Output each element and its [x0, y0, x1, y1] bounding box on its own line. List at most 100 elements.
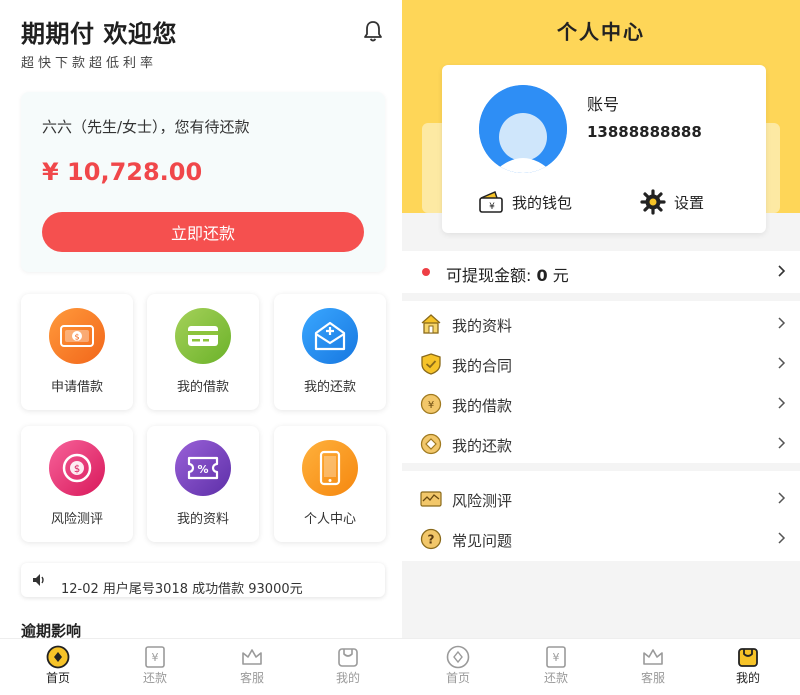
- tile-apply-loan[interactable]: $ 申请借款: [21, 294, 133, 410]
- mail-plus-icon: [302, 308, 358, 364]
- tab-repay[interactable]: ¥ 还款: [506, 639, 606, 695]
- chevron-right-icon: [778, 357, 786, 369]
- tab-mine[interactable]: 我的: [298, 639, 398, 695]
- menu-item-my-loans[interactable]: ¥ 我的借款: [402, 383, 800, 423]
- gear-icon: [640, 189, 666, 215]
- phone-icon: [302, 440, 358, 496]
- tile-my-profile[interactable]: % 我的资料: [147, 426, 259, 542]
- yen-icon: ¥: [546, 646, 566, 668]
- wallet-icon: [738, 648, 758, 667]
- due-amount: ¥ 10,728.00: [42, 158, 203, 186]
- tab-label: 我的: [335, 671, 360, 685]
- tab-label: 我的: [735, 671, 760, 685]
- chevron-right-icon: [778, 265, 786, 277]
- account-label: 账号: [587, 95, 620, 114]
- tile-risk-assessment[interactable]: $ 风险测评: [21, 426, 133, 542]
- menu-item-my-profile[interactable]: 我的资料: [402, 303, 800, 343]
- menu-item-risk-assessment[interactable]: 风险测评: [402, 478, 800, 518]
- chevron-right-icon: [778, 532, 786, 544]
- tab-service[interactable]: 客服: [603, 639, 703, 695]
- menu-item-my-repayments[interactable]: 我的还款: [402, 423, 800, 463]
- repay-now-button[interactable]: 立即还款: [42, 212, 364, 252]
- due-message: 六六（先生/女士），您有待还款: [42, 118, 250, 136]
- bottom-tab-bar: 首页 ¥ 还款 客服 我的: [402, 638, 800, 695]
- page-title: 个人中心: [557, 20, 645, 44]
- bell-icon[interactable]: [360, 18, 386, 44]
- menu-label: 风险测评: [452, 492, 513, 510]
- diamond-coin-icon: [420, 433, 442, 455]
- tab-label: 还款: [142, 671, 167, 685]
- tile-label: 风险测评: [50, 512, 103, 527]
- chevron-right-icon: [778, 397, 786, 409]
- menu-label: 我的借款: [452, 397, 513, 415]
- notice-text: 12-02 用户尾号3018 成功借款 93000元: [61, 582, 303, 597]
- coin-icon: $: [49, 440, 105, 496]
- tile-personal-center[interactable]: 个人中心: [274, 426, 386, 542]
- menu-item-faq[interactable]: ? 常见问题: [402, 518, 800, 558]
- wallet-label: 我的钱包: [512, 193, 573, 212]
- house-icon: [421, 314, 441, 334]
- home-icon: [46, 645, 70, 669]
- tab-home[interactable]: 首页: [8, 639, 108, 695]
- tab-mine[interactable]: 我的: [698, 639, 798, 695]
- menu-label: 我的资料: [452, 317, 513, 335]
- svg-text:$: $: [74, 333, 79, 342]
- menu-group-help: 风险测评 ? 常见问题: [402, 471, 800, 561]
- tab-label: 还款: [543, 671, 568, 685]
- menu-item-my-contract[interactable]: 我的合同: [402, 343, 800, 383]
- tab-label: 首页: [445, 671, 470, 685]
- money-bill-icon: $: [49, 308, 105, 364]
- svg-text:?: ?: [428, 533, 435, 547]
- tab-home[interactable]: 首页: [408, 639, 508, 695]
- tab-repay[interactable]: ¥ 还款: [105, 639, 205, 695]
- yen-coin-icon: ¥: [420, 393, 442, 415]
- chevron-right-icon: [778, 437, 786, 449]
- speaker-icon: [31, 572, 47, 588]
- tab-label: 首页: [45, 671, 70, 685]
- loan-notice-ticker: 12-02 用户尾号3018 成功借款 93000元: [21, 563, 385, 597]
- tile-label: 我的资料: [176, 512, 229, 527]
- tile-label: 我的借款: [176, 380, 229, 395]
- status-dot: [422, 268, 430, 276]
- svg-text:¥: ¥: [152, 651, 159, 664]
- account-number: 13888888888: [587, 123, 702, 141]
- wallet-icon: [338, 648, 358, 667]
- svg-text:%: %: [197, 463, 208, 476]
- card-icon: [175, 308, 231, 364]
- app-subtitle: 超快下款超低利率: [21, 56, 158, 71]
- chevron-right-icon: [778, 492, 786, 504]
- question-icon: ?: [420, 528, 442, 550]
- shield-check-icon: [421, 353, 441, 375]
- svg-text:¥: ¥: [489, 202, 495, 212]
- profile-card: 账号 13888888888 ¥ 我的钱包 设置: [442, 65, 766, 233]
- balance-text: 可提现金额: 0 元: [446, 266, 569, 285]
- ticket-icon: %: [175, 440, 231, 496]
- svg-text:¥: ¥: [428, 400, 434, 411]
- crown-icon: [242, 649, 262, 665]
- tile-my-repayments[interactable]: 我的还款: [274, 294, 386, 410]
- menu-group-account: 我的资料 我的合同 ¥ 我的借款 我的还款: [402, 301, 800, 463]
- menu-label: 我的还款: [452, 437, 513, 455]
- tile-my-loans[interactable]: 我的借款: [147, 294, 259, 410]
- bottom-tab-bar: 首页 ¥ 还款 客服 我的: [0, 638, 402, 695]
- settings-link[interactable]: 设置: [640, 189, 704, 215]
- tab-service[interactable]: 客服: [202, 639, 302, 695]
- home-icon: [446, 645, 470, 669]
- personal-center-screen: 个人中心 账号 13888888888 ¥ 我的钱包 设置 可提现金额: 0 元…: [402, 0, 800, 695]
- home-screen: 期期付 欢迎您 超快下款超低利率 六六（先生/女士），您有待还款 ¥ 10,72…: [0, 0, 402, 695]
- svg-text:$: $: [74, 464, 80, 475]
- repayment-card: 六六（先生/女士），您有待还款 ¥ 10,728.00 立即还款: [21, 92, 385, 272]
- chart-card-icon: [420, 491, 442, 507]
- avatar[interactable]: [479, 85, 567, 173]
- withdrawable-balance-row[interactable]: 可提现金额: 0 元: [402, 251, 800, 293]
- tab-label: 客服: [640, 671, 665, 685]
- crown-icon: [643, 649, 663, 665]
- svg-text:¥: ¥: [553, 651, 560, 664]
- tab-label: 客服: [239, 671, 264, 685]
- chevron-right-icon: [778, 317, 786, 329]
- tile-label: 我的还款: [303, 380, 356, 395]
- my-wallet-link[interactable]: ¥ 我的钱包: [478, 189, 572, 215]
- menu-label: 我的合同: [452, 357, 513, 375]
- yen-icon: ¥: [145, 646, 165, 668]
- menu-label: 常见问题: [452, 532, 513, 550]
